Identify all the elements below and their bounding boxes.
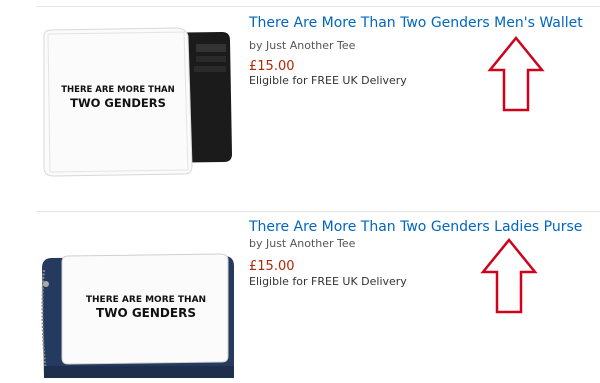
product-title-link[interactable]: There Are More Than Two Genders Men's Wa… <box>249 15 583 31</box>
product-byline: by Just Another Tee <box>249 39 356 52</box>
product-byline: by Just Another Tee <box>249 237 356 250</box>
search-result-purse: THERE ARE MORE THAN TWO GENDERS There Ar… <box>0 212 600 383</box>
wallet-print-line1: THERE ARE MORE THAN <box>61 85 175 95</box>
search-result-wallet: THERE ARE MORE THAN TWO GENDERS There Ar… <box>0 0 600 210</box>
product-price: £15.00 <box>249 59 295 74</box>
delivery-badge: Eligible for FREE UK Delivery <box>249 74 407 87</box>
up-arrow-icon <box>487 36 545 112</box>
delivery-badge: Eligible for FREE UK Delivery <box>249 275 407 288</box>
product-price: £15.00 <box>249 259 295 274</box>
purse-print-line2: TWO GENDERS <box>96 306 196 320</box>
product-title-link[interactable]: There Are More Than Two Genders Ladies P… <box>249 219 582 235</box>
wallet-image[interactable]: THERE ARE MORE THAN TWO GENDERS <box>36 22 236 182</box>
purse-print-line1: THERE ARE MORE THAN <box>86 295 206 305</box>
wallet-print-line2: TWO GENDERS <box>70 96 166 110</box>
purse-image[interactable]: THERE ARE MORE THAN TWO GENDERS <box>38 250 238 380</box>
up-arrow-icon <box>480 238 538 314</box>
